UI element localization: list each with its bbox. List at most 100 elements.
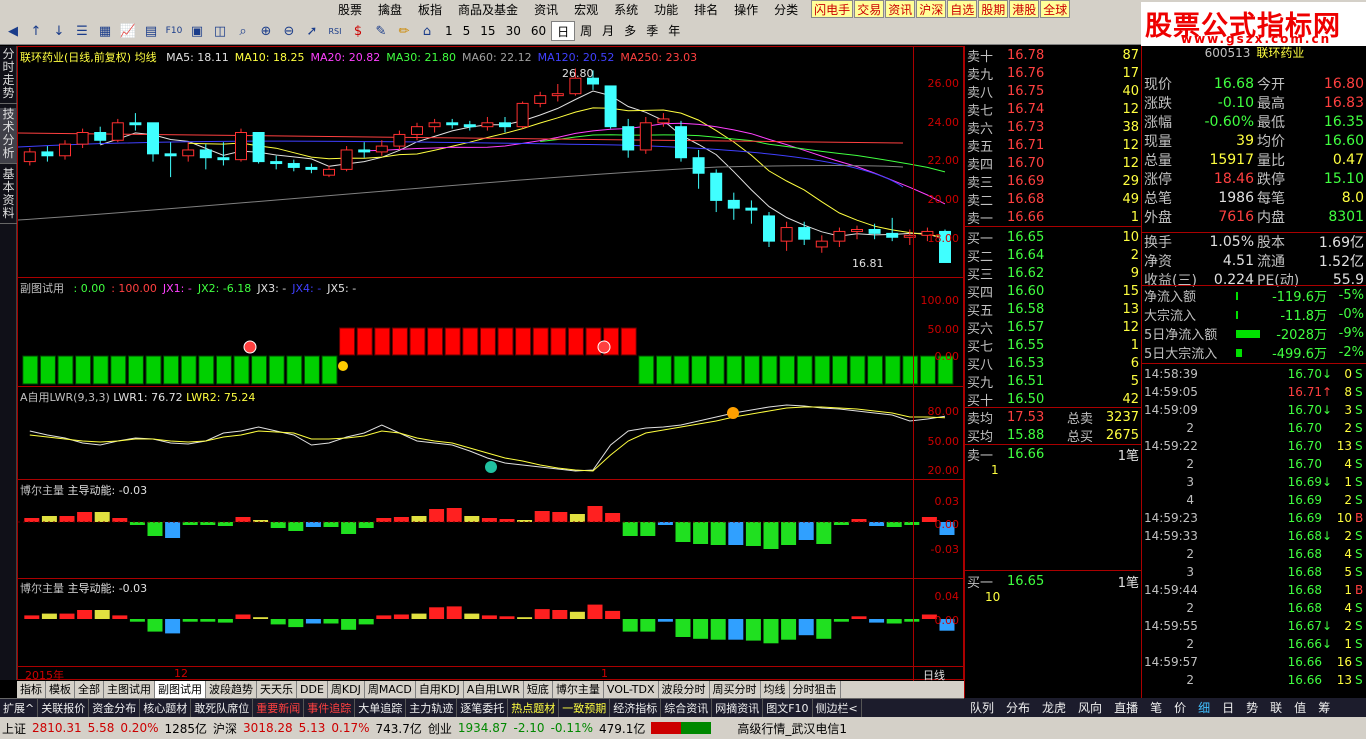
menu-item[interactable]: 系统 — [606, 1, 646, 18]
function-tab[interactable]: 网摘资讯 — [712, 698, 764, 718]
period-button[interactable]: 多 — [619, 21, 641, 41]
down-icon[interactable]: ↓ — [49, 21, 69, 41]
right-tab[interactable]: 分布 — [1000, 699, 1036, 716]
chart-icon[interactable]: 📈 — [118, 21, 138, 41]
right-tab[interactable]: 价 — [1168, 699, 1192, 716]
function-tab[interactable]: 逐笔委托 — [457, 698, 509, 718]
period-button[interactable]: 季 — [641, 21, 663, 41]
menu-item[interactable]: 操作 — [726, 1, 766, 18]
rsi-icon[interactable]: RSI — [325, 21, 345, 41]
menu-item[interactable]: 排名 — [686, 1, 726, 18]
indicator-tab[interactable]: DDE — [297, 681, 328, 698]
function-tab[interactable]: 扩展^ — [0, 698, 39, 718]
period-button[interactable]: 5 — [458, 21, 476, 41]
menu-item[interactable]: 功能 — [646, 1, 686, 18]
period-button[interactable]: 日 — [551, 21, 576, 41]
function-tab[interactable]: 重要新闻 — [253, 698, 305, 718]
menu-item[interactable]: 股票 — [330, 1, 370, 18]
menu-item[interactable]: 板指 — [410, 1, 450, 18]
period-button[interactable]: 30 — [501, 21, 526, 41]
right-tab[interactable]: 风向 — [1072, 699, 1108, 716]
indicator-tab[interactable]: 分时狙击 — [790, 681, 841, 698]
split-icon[interactable]: ◫ — [210, 21, 230, 41]
zoom-out-icon[interactable]: ⊖ — [279, 21, 299, 41]
period-button[interactable]: 月 — [597, 21, 619, 41]
function-tab[interactable]: 资金分布 — [89, 698, 141, 718]
menu-tag[interactable]: 资讯 — [885, 0, 916, 18]
server-label[interactable]: 高级行情_武汉电信1 — [737, 720, 847, 737]
period-button[interactable]: 周 — [575, 21, 597, 41]
indicator-tab[interactable]: 模板 — [46, 681, 75, 698]
menu-item[interactable]: 宏观 — [566, 1, 606, 18]
f10-icon[interactable]: F10 — [164, 21, 184, 41]
indicator-tab[interactable]: 波段分时 — [659, 681, 710, 698]
function-tab[interactable]: 一致预期 — [559, 698, 611, 718]
vtab-fundamentals[interactable]: 基本资料 — [0, 168, 17, 224]
menu-item[interactable]: 擒盘 — [370, 1, 410, 18]
period-button[interactable]: 1 — [440, 21, 458, 41]
menu-tag[interactable]: 交易 — [854, 0, 885, 18]
right-tab[interactable]: 日 — [1216, 699, 1240, 716]
function-tab[interactable]: 事件追踪 — [304, 698, 356, 718]
indicator-tab[interactable]: A自用LWR — [464, 681, 524, 698]
right-tab[interactable]: 值 — [1288, 699, 1312, 716]
indicator-tab[interactable]: 主图试用 — [104, 681, 155, 698]
list-icon[interactable]: ☰ — [72, 21, 92, 41]
period-button[interactable]: 60 — [526, 21, 551, 41]
function-tab[interactable]: 敢死队席位 — [191, 698, 254, 718]
search-icon[interactable]: ⌕ — [233, 21, 253, 41]
right-tab[interactable]: 队列 — [964, 699, 1000, 716]
function-tab[interactable]: 主力轨迹 — [406, 698, 458, 718]
cursor-icon[interactable]: ➚ — [302, 21, 322, 41]
chart-area[interactable]: 联环药业(日线,前复权) 均线 MA5: 18.11 MA10: 18.25 MA2… — [17, 46, 964, 681]
back-icon[interactable]: ◀ — [3, 21, 23, 41]
function-tab[interactable]: 核心题材 — [140, 698, 192, 718]
window-icon[interactable]: ▣ — [187, 21, 207, 41]
menu-tag[interactable]: 全球 — [1040, 0, 1071, 18]
function-tab[interactable]: 综合资讯 — [661, 698, 713, 718]
indicator-tab[interactable]: 自用KDJ — [416, 681, 464, 698]
grid-icon[interactable]: ▦ — [95, 21, 115, 41]
indicator-tab[interactable]: 短底 — [524, 681, 553, 698]
pencil-icon[interactable]: ✏ — [394, 21, 414, 41]
table-icon[interactable]: ▤ — [141, 21, 161, 41]
menu-item[interactable]: 商品及基金 — [450, 1, 526, 18]
indicator-tab[interactable]: 全部 — [75, 681, 104, 698]
menu-item[interactable]: 资讯 — [526, 1, 566, 18]
period-button[interactable]: 15 — [475, 21, 500, 41]
function-tab[interactable]: 关联报价 — [38, 698, 90, 718]
vtab-technical[interactable]: 技术分析 — [0, 108, 17, 164]
function-tab[interactable]: 大单追踪 — [355, 698, 407, 718]
indicator-tab[interactable]: 周MACD — [365, 681, 416, 698]
function-tab[interactable]: 侧边栏< — [813, 698, 862, 718]
right-tab[interactable]: 龙虎 — [1036, 699, 1072, 716]
indicator-tab[interactable]: 博尔主量 — [553, 681, 604, 698]
right-tab[interactable]: 势 — [1240, 699, 1264, 716]
indicator-tab[interactable]: 天天乐 — [257, 681, 297, 698]
right-tab[interactable]: 细 — [1192, 699, 1216, 716]
indicator-tab[interactable]: 波段趋势 — [206, 681, 257, 698]
vtab-intraday[interactable]: 分时走势 — [0, 48, 17, 104]
function-tab[interactable]: 热点题材 — [508, 698, 560, 718]
period-button[interactable]: 年 — [663, 21, 685, 41]
zoom-in-icon[interactable]: ⊕ — [256, 21, 276, 41]
menu-tag[interactable]: 闪电手 — [811, 0, 854, 18]
home-icon[interactable]: ⌂ — [417, 21, 437, 41]
menu-tag[interactable]: 股期 — [978, 0, 1009, 18]
indicator-tab[interactable]: 副图试用 — [155, 681, 206, 698]
dollar-icon[interactable]: $ — [348, 21, 368, 41]
menu-tag[interactable]: 港股 — [1009, 0, 1040, 18]
menu-item[interactable]: 分类 — [766, 1, 806, 18]
draw-icon[interactable]: ✎ — [371, 21, 391, 41]
menu-tag[interactable]: 自选 — [947, 0, 978, 18]
indicator-tab[interactable]: 周买分时 — [710, 681, 761, 698]
indicator-tab[interactable]: 均线 — [761, 681, 790, 698]
right-tab[interactable]: 直播 — [1108, 699, 1144, 716]
menu-tag[interactable]: 沪深 — [916, 0, 947, 18]
up-icon[interactable]: ↑ — [26, 21, 46, 41]
indicator-tab[interactable]: VOL-TDX — [604, 681, 659, 698]
right-tab[interactable]: 笔 — [1144, 699, 1168, 716]
function-tab[interactable]: 图文F10 — [763, 698, 813, 718]
right-tab[interactable]: 联 — [1264, 699, 1288, 716]
indicator-tab[interactable]: 周KDJ — [328, 681, 365, 698]
